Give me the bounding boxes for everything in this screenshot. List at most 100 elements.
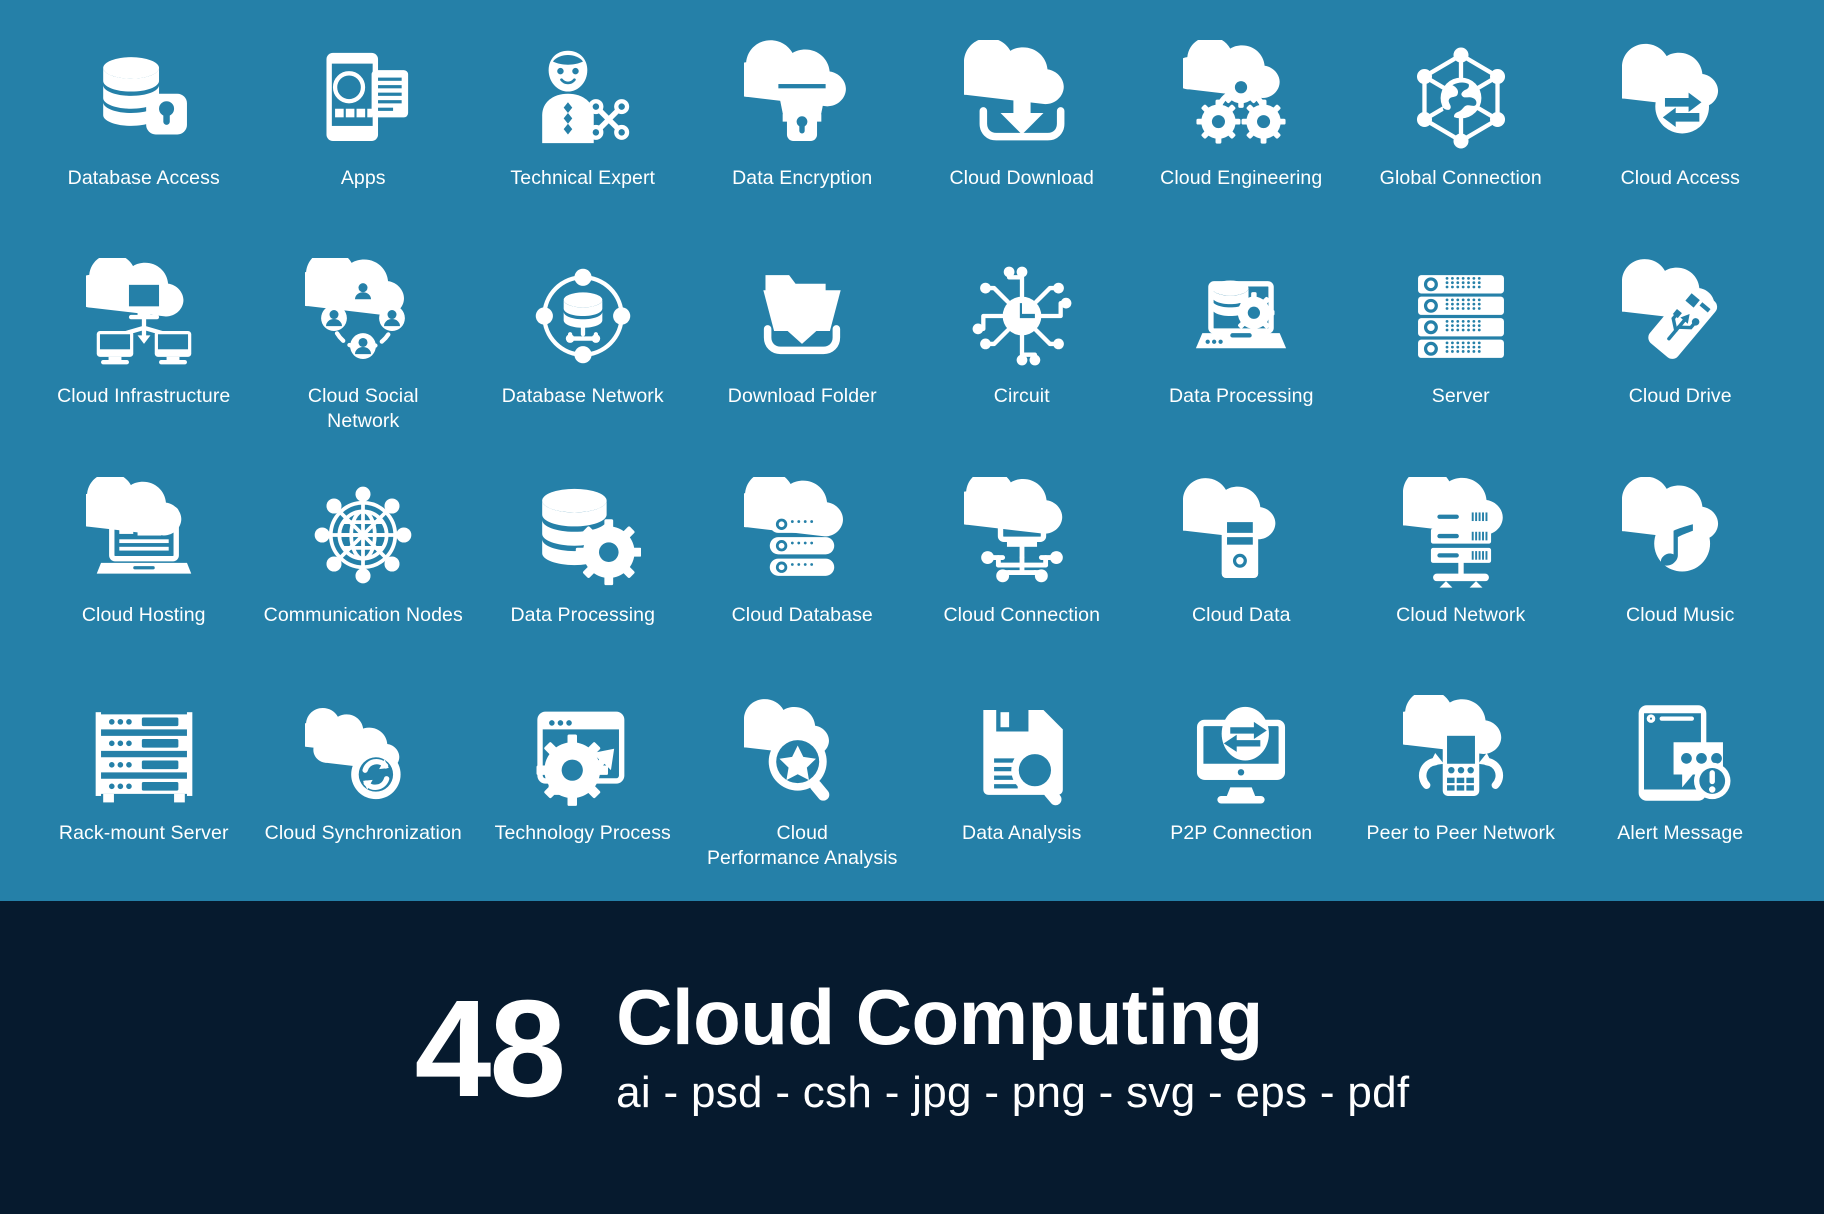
- icon-label: Technology Process: [494, 821, 671, 844]
- icon-count: 48: [414, 971, 566, 1126]
- icon-cell[interactable]: Global Connection: [1351, 28, 1571, 246]
- icon-cell[interactable]: Communication Nodes: [254, 465, 474, 683]
- icon-label: Cloud Database: [731, 603, 873, 626]
- server-rack-icon: [1398, 258, 1524, 374]
- icon-cell[interactable]: Cloud Social Network: [254, 246, 474, 464]
- icon-cell[interactable]: Download Folder: [693, 246, 913, 464]
- bottom-banner: 48 Cloud Computing ai - psd - csh - jpg …: [0, 901, 1824, 1214]
- mobile-apps-icon: [300, 40, 426, 156]
- icon-label: Cloud Infrastructure: [57, 385, 231, 408]
- icon-label: Cloud Engineering: [1160, 167, 1323, 189]
- banner-title: Cloud Computing: [616, 973, 1263, 1062]
- icon-cell[interactable]: Technology Process: [473, 683, 693, 901]
- icon-cell[interactable]: Rack-mount Server: [34, 683, 254, 901]
- icon-set-page: Database Access Apps Technical Expert Da…: [0, 0, 1824, 1214]
- cloud-usb-drive-icon: [1617, 258, 1743, 374]
- database-orbit-icon: [520, 258, 646, 374]
- database-gear-icon: [520, 477, 646, 593]
- cloud-phone-sync-icon: [1398, 694, 1524, 811]
- laptop-database-gear-icon: [1178, 258, 1304, 374]
- icon-label: Cloud Data: [1191, 603, 1291, 626]
- cloud-laptop-icon: [81, 476, 207, 593]
- icon-cell[interactable]: Data Analysis: [912, 683, 1132, 901]
- icon-cell[interactable]: Cloud Engineering: [1132, 28, 1352, 246]
- icon-label: Database Network: [501, 385, 664, 408]
- globe-nodes-icon: [300, 477, 426, 593]
- icon-label: Cloud Drive: [1628, 385, 1732, 408]
- icon-label: Rack-mount Server: [58, 821, 229, 844]
- icon-cell[interactable]: Apps: [254, 28, 474, 246]
- icon-cell[interactable]: Cloud Download: [912, 28, 1132, 246]
- banner-text-block: Cloud Computing ai - psd - csh - jpg - p…: [616, 973, 1410, 1120]
- icon-cell[interactable]: Cloud Performance Analysis: [693, 683, 913, 901]
- icon-label: Circuit: [993, 385, 1050, 408]
- cloud-music-note-icon: [1617, 476, 1743, 593]
- icon-cell[interactable]: Technical Expert: [473, 28, 693, 246]
- cloud-transfer-arrows-icon: [1617, 40, 1743, 156]
- icon-cell[interactable]: Data Processing: [473, 465, 693, 683]
- icon-cell[interactable]: Server: [1351, 246, 1571, 464]
- icon-cell[interactable]: Database Access: [34, 28, 254, 246]
- icon-cell[interactable]: Cloud Access: [1571, 28, 1791, 246]
- database-lock-icon: [81, 40, 207, 156]
- icon-label: Data Analysis: [962, 821, 1082, 844]
- cloud-monitors-icon: [81, 258, 207, 374]
- circuit-icon: [959, 258, 1085, 374]
- cloud-server-stack-icon: [739, 476, 865, 593]
- icon-label: Peer to Peer Network: [1366, 821, 1555, 844]
- icon-label: Cloud Performance Analysis: [706, 821, 898, 869]
- icon-cell[interactable]: Cloud Hosting: [34, 465, 254, 683]
- icon-cell[interactable]: Cloud Infrastructure: [34, 246, 254, 464]
- icon-label: Server: [1431, 385, 1490, 408]
- monitor-transfer-icon: [1178, 695, 1304, 811]
- icon-label: Communication Nodes: [263, 603, 463, 626]
- icon-cell[interactable]: Database Network: [473, 246, 693, 464]
- icon-cell[interactable]: Circuit: [912, 246, 1132, 464]
- cloud-sync-icon: [300, 695, 426, 811]
- icon-label: P2P Connection: [1170, 821, 1313, 844]
- cloud-gears-icon: [1178, 40, 1304, 156]
- icon-cell[interactable]: Cloud Connection: [912, 465, 1132, 683]
- icon-label: Database Access: [67, 167, 220, 189]
- icon-label: Cloud Hosting: [81, 603, 206, 626]
- icon-label: Data Processing: [1168, 385, 1314, 408]
- banner-file-formats: ai - psd - csh - jpg - png - svg - eps -…: [616, 1067, 1410, 1117]
- icon-cell[interactable]: Peer to Peer Network: [1351, 683, 1571, 901]
- icon-label: Data Processing: [510, 603, 656, 626]
- icon-cell[interactable]: Cloud Synchronization: [254, 683, 474, 901]
- cloud-star-search-icon: [739, 695, 865, 811]
- icon-label: Alert Message: [1617, 821, 1744, 844]
- tablet-alert-message-icon: [1617, 695, 1743, 811]
- cloud-folder-lock-icon: [739, 40, 865, 156]
- icon-label: Cloud Music: [1626, 603, 1735, 626]
- floppy-search-icon: [959, 695, 1085, 811]
- icon-cell[interactable]: Cloud Network: [1351, 465, 1571, 683]
- icon-label: Cloud Synchronization: [264, 821, 462, 844]
- cloud-monitor-nodes-icon: [959, 476, 1085, 593]
- icon-cell[interactable]: Data Encryption: [693, 28, 913, 246]
- cloud-download-icon: [959, 40, 1085, 156]
- icon-grid: Database Access Apps Technical Expert Da…: [0, 0, 1824, 901]
- cloud-tower-pc-icon: [1178, 477, 1304, 593]
- globe-hexagon-network-icon: [1398, 40, 1524, 156]
- icon-label: Download Folder: [727, 385, 877, 408]
- icon-cell[interactable]: Data Processing: [1132, 246, 1352, 464]
- icon-label: Global Connection: [1379, 167, 1542, 189]
- icon-cell[interactable]: Cloud Data: [1132, 465, 1352, 683]
- icon-cell[interactable]: Cloud Database: [693, 465, 913, 683]
- icon-cell[interactable]: Cloud Drive: [1571, 246, 1791, 464]
- icon-cell[interactable]: Cloud Music: [1571, 465, 1791, 683]
- rack-mount-server-icon: [81, 695, 207, 811]
- browser-gear-arrow-icon: [520, 695, 646, 811]
- icon-label: Cloud Connection: [943, 603, 1101, 626]
- download-folder-icon: [739, 258, 865, 374]
- icon-label: Apps: [340, 167, 386, 189]
- icon-label: Technical Expert: [510, 167, 656, 189]
- icon-label: Cloud Network: [1396, 603, 1526, 626]
- icon-cell[interactable]: P2P Connection: [1132, 683, 1352, 901]
- icon-label: Data Encryption: [732, 167, 873, 189]
- icon-cell[interactable]: Alert Message: [1571, 683, 1791, 901]
- icon-label: Cloud Social Network: [307, 385, 419, 433]
- cloud-users-network-icon: [300, 258, 426, 374]
- icon-label: Cloud Download: [949, 167, 1094, 189]
